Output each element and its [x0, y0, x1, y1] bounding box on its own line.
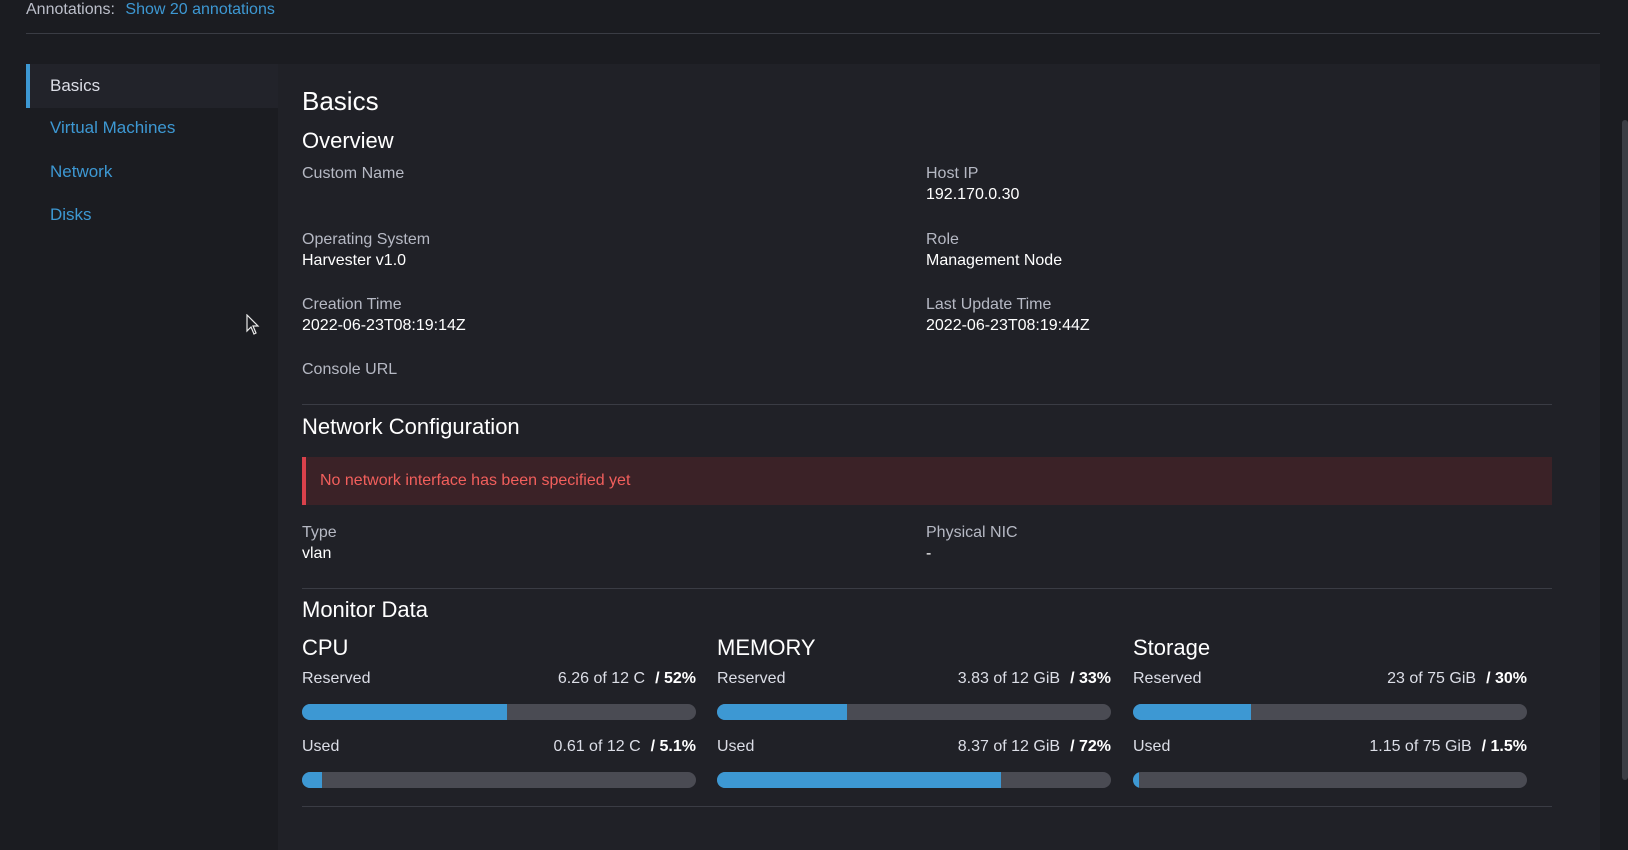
os-field: Operating System Harvester v1.0: [302, 230, 902, 272]
tab-network[interactable]: Network: [26, 150, 278, 194]
field-label: Physical NIC: [926, 524, 1018, 541]
gauge-title: CPU: [302, 635, 349, 660]
field-label: Custom Name: [302, 165, 405, 182]
reserved-percent: / 52%: [655, 670, 696, 687]
used-bar-fill: [302, 772, 323, 788]
used-bar: [1133, 772, 1527, 788]
field-value: 2022-06-23T08:19:44Z: [926, 317, 1090, 334]
reserved-row: Reserved 6.26 of 12 C / 52%: [302, 670, 696, 690]
section-divider: [302, 588, 1552, 589]
used-value: 1.15 of 75 GiB / 1.5%: [1369, 738, 1527, 756]
creation-time-field: Creation Time 2022-06-23T08:19:14Z: [302, 295, 902, 337]
divider: [26, 33, 1600, 34]
reserved-bar: [1133, 704, 1527, 720]
reserved-bar-fill: [1133, 704, 1252, 720]
used-bar-fill: [717, 772, 1001, 788]
field-label: Role: [926, 231, 959, 248]
reserved-row: Reserved 3.83 of 12 GiB / 33%: [717, 670, 1111, 690]
used-bar: [302, 772, 696, 788]
field-value: 192.170.0.30: [926, 186, 1020, 203]
field-label: Last Update Time: [926, 296, 1052, 313]
reserved-value: 6.26 of 12 C / 52%: [558, 670, 696, 688]
cpu-gauge: CPU Reserved 6.26 of 12 C / 52% Used 0.61…: [302, 634, 696, 788]
page-scrollbar[interactable]: [1622, 120, 1628, 780]
console-url-field: Console URL: [302, 360, 902, 380]
used-percent: / 5.1%: [650, 738, 696, 755]
memory-gauge: MEMORY Reserved 3.83 of 12 GiB / 33% Used…: [717, 634, 1111, 788]
used-percent: / 72%: [1070, 738, 1111, 755]
reserved-bar-fill: [717, 704, 848, 720]
reserved-value: 23 of 75 GiB / 30%: [1387, 670, 1527, 688]
reserved-row: Reserved 23 of 75 GiB / 30%: [1133, 670, 1527, 690]
side-tabs: Basics Virtual Machines Network Disks: [26, 64, 278, 850]
network-config-title: Network Configuration: [302, 414, 520, 439]
used-value: 0.61 of 12 C / 5.1%: [553, 738, 696, 756]
field-label: Type: [302, 524, 337, 541]
used-row: Used 0.61 of 12 C / 5.1%: [302, 738, 696, 758]
host-detail-panel: Basics Virtual Machines Network Disks Ba…: [26, 64, 1600, 850]
section-divider: [302, 404, 1552, 405]
used-bar-fill: [1133, 772, 1139, 788]
storage-gauge: Storage Reserved 23 of 75 GiB / 30% Used …: [1133, 634, 1527, 788]
physical-nic-field: Physical NIC -: [926, 523, 1526, 565]
gauge-title: Storage: [1133, 635, 1211, 660]
role-field: Role Management Node: [926, 230, 1526, 272]
last-update-time-field: Last Update Time 2022-06-23T08:19:44Z: [926, 295, 1526, 337]
field-value: 2022-06-23T08:19:14Z: [302, 317, 466, 334]
used-row: Used 8.37 of 12 GiB / 72%: [717, 738, 1111, 758]
field-value: Harvester v1.0: [302, 252, 407, 269]
annotations-bar: Annotations: Show 20 annotations: [26, 0, 275, 20]
reserved-amount: 3.83 of 12 GiB: [957, 670, 1061, 687]
reserved-amount: 6.26 of 12 C: [557, 670, 646, 687]
network-error-banner: No network interface has been specified …: [302, 457, 1552, 505]
overview-title: Overview: [302, 128, 394, 153]
banner-text: No network interface has been specified …: [320, 472, 631, 489]
reserved-bar: [302, 704, 696, 720]
tab-content: Basics Overview Custom Name Host IP 192.…: [302, 64, 1576, 850]
page-title: Basics: [302, 86, 379, 116]
tab-virtual-machines[interactable]: Virtual Machines: [26, 106, 278, 150]
field-label: Creation Time: [302, 296, 402, 313]
tab-disks[interactable]: Disks: [26, 193, 278, 237]
tab-basics[interactable]: Basics: [26, 64, 278, 108]
reserved-label: Reserved: [717, 670, 786, 687]
section-divider: [302, 806, 1552, 807]
network-type-field: Type vlan: [302, 523, 902, 565]
field-label: Operating System: [302, 231, 431, 248]
used-label: Used: [717, 738, 755, 755]
used-amount: 0.61 of 12 C: [553, 738, 641, 755]
reserved-percent: / 33%: [1070, 670, 1111, 687]
reserved-value: 3.83 of 12 GiB / 33%: [958, 670, 1111, 688]
custom-name-field: Custom Name: [302, 164, 902, 184]
field-label: Host IP: [926, 165, 979, 182]
reserved-label: Reserved: [1133, 670, 1202, 687]
show-annotations-link[interactable]: Show 20 annotations: [125, 1, 274, 18]
used-label: Used: [1133, 738, 1171, 755]
mouse-pointer-icon: [246, 314, 260, 335]
used-row: Used 1.15 of 75 GiB / 1.5%: [1133, 738, 1527, 758]
used-bar: [717, 772, 1111, 788]
field-value: Management Node: [926, 252, 1063, 269]
used-percent: / 1.5%: [1481, 738, 1527, 755]
field-value: -: [926, 545, 932, 562]
field-value: vlan: [302, 545, 332, 562]
monitor-data-title: Monitor Data: [302, 597, 428, 622]
host-ip-field: Host IP 192.170.0.30: [926, 164, 1526, 206]
reserved-label: Reserved: [302, 670, 371, 687]
used-label: Used: [302, 738, 340, 755]
reserved-bar-fill: [302, 704, 507, 720]
reserved-bar: [717, 704, 1111, 720]
used-value: 8.37 of 12 GiB / 72%: [958, 738, 1111, 756]
used-amount: 1.15 of 75 GiB: [1369, 738, 1472, 755]
used-amount: 8.37 of 12 GiB: [957, 738, 1061, 755]
reserved-percent: / 30%: [1486, 670, 1527, 687]
reserved-amount: 23 of 75 GiB: [1387, 670, 1477, 687]
gauge-title: MEMORY: [717, 635, 816, 660]
annotations-label: Annotations:: [26, 1, 115, 18]
field-label: Console URL: [302, 361, 398, 378]
